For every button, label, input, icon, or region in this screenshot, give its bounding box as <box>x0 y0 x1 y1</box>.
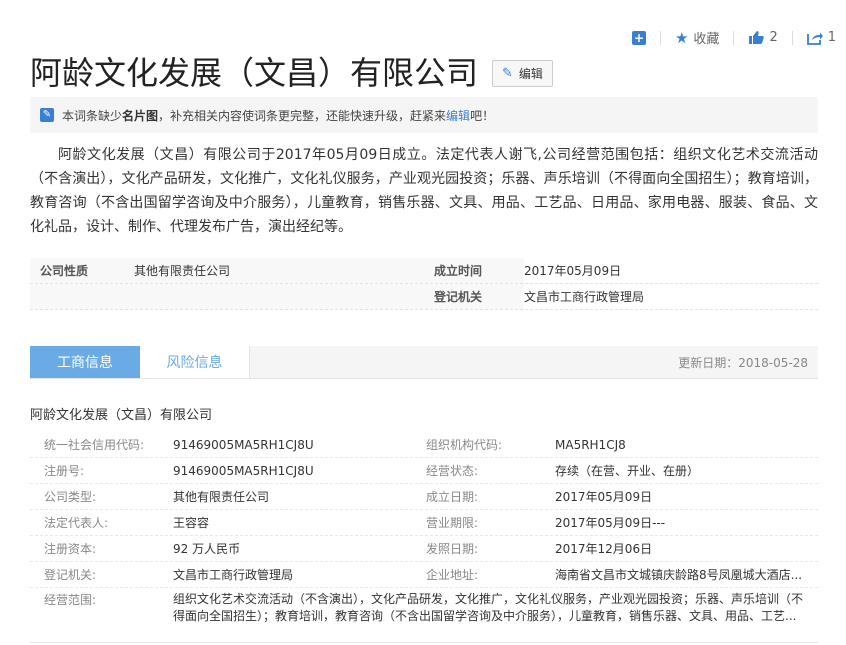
table-row: 登记机关: 文昌市工商行政管理局 企业地址: 海南省文昌市文城镇庆龄路8号凤凰城… <box>30 562 818 588</box>
plus-square-icon: + <box>631 30 646 45</box>
table-row: 法定代表人: 王容容 营业期限: 2017年05月09日--- <box>30 510 818 536</box>
table-row: 公司类型: 其他有限责任公司 成立日期: 2017年05月09日 <box>30 484 818 510</box>
notice-edit-link[interactable]: 编辑 <box>446 107 470 124</box>
credit-code-label: 统一社会信用代码: <box>44 438 145 452</box>
notice-middle: ，补充相关内容使词条更完整，还能快速升级，赶紧来 <box>158 108 447 123</box>
authority-label: 登记机关 <box>424 284 524 309</box>
summary-paragraph: 阿龄文化发展（文昌）有限公司于2017年05月09日成立。法定代表人谢飞,公司经… <box>30 147 818 235</box>
edit-label: 编辑 <box>518 66 543 81</box>
org-code-label: 组织机构代码: <box>426 438 503 452</box>
scope-label: 经营范围: <box>44 593 97 607</box>
like-count: 2 <box>769 30 778 45</box>
add-to-list-button[interactable]: + <box>631 30 646 45</box>
toolbar-divider <box>659 30 661 45</box>
founded-label: 成立时间 <box>424 258 524 283</box>
address-value: 海南省文昌市文城镇庆龄路8号凤凰城大酒店... <box>555 568 803 582</box>
table-row: 注册号: 91469005MA5RH1CJ8U 经营状态: 存续（在营、开业、在… <box>30 458 818 484</box>
table-row: 经营范围: 组织文化艺术交流活动（不含演出），文化产品研发，文化推广，文化礼仪服… <box>30 588 818 624</box>
pencil-square-icon: ✎ <box>40 108 54 122</box>
toolbar-divider <box>791 30 793 45</box>
update-date: 更新日期：2018-05-28 <box>250 346 818 378</box>
star-icon: ★ <box>674 28 689 47</box>
founded-date-label: 成立日期: <box>426 490 479 504</box>
notice-bold: 名片图 <box>122 108 159 123</box>
capital-label: 注册资本: <box>44 542 97 556</box>
pencil-icon: ✎ <box>502 65 513 81</box>
scope-value: 组织文化艺术交流活动（不含演出），文化产品研发，文化推广，文化礼仪服务，产业观光… <box>173 592 804 623</box>
notice-prefix: 本词条缺少 <box>62 108 123 123</box>
share-count: 1 <box>827 30 836 45</box>
divider <box>30 642 818 643</box>
credit-code-value: 91469005MA5RH1CJ8U <box>173 437 314 452</box>
table-row: 注册资本: 92 万人民币 发照日期: 2017年12月06日 <box>30 536 818 562</box>
missing-image-notice: ✎ 本词条缺少 名片图 ，补充相关内容使词条更完整，还能快速升级，赶紧来 编辑 吧！ <box>30 97 818 133</box>
legal-rep-value: 王容容 <box>173 516 210 530</box>
favorite-label: 收藏 <box>693 32 720 47</box>
edit-button[interactable]: ✎ 编辑 <box>492 59 553 87</box>
authority-value: 文昌市工商行政管理局 <box>173 568 294 582</box>
reg-no-label: 注册号: <box>44 464 85 478</box>
status-value: 存续（在营、开业、在册） <box>555 464 700 478</box>
authority-value: 文昌市工商行政管理局 <box>524 290 645 304</box>
address-label: 企业地址: <box>426 568 479 582</box>
basic-info-table: 公司性质 其他有限责任公司 成立时间 2017年05月09日 登记机关 文昌市工… <box>30 258 818 310</box>
legal-rep-label: 法定代表人: <box>44 516 109 530</box>
reg-no-value: 91469005MA5RH1CJ8U <box>173 463 314 478</box>
info-tabs: 工商信息 风险信息 更新日期：2018-05-28 <box>30 346 818 379</box>
company-type-value: 其他有限责任公司 <box>173 490 270 504</box>
founded-value: 2017年05月09日 <box>524 264 622 278</box>
tab-risk-info[interactable]: 风险信息 <box>140 346 250 378</box>
company-type-label: 公司类型: <box>44 490 97 504</box>
capital-value: 92 万人民币 <box>173 542 241 556</box>
notice-suffix: 吧！ <box>470 108 495 123</box>
like-button[interactable]: 2 <box>748 30 778 45</box>
issue-date-label: 发照日期: <box>426 542 479 556</box>
business-info-table: 统一社会信用代码: 91469005MA5RH1CJ8U 组织机构代码: MA5… <box>30 432 818 624</box>
entry-toolbar: + ★ 收藏 2 1 <box>631 28 836 48</box>
share-icon <box>806 32 823 45</box>
page-title: 阿龄文化发展（文昌）有限公司 <box>30 54 479 92</box>
term-value: 2017年05月09日--- <box>555 516 666 530</box>
table-row: 统一社会信用代码: 91469005MA5RH1CJ8U 组织机构代码: MA5… <box>30 432 818 458</box>
company-type-value: 其他有限责任公司 <box>134 264 231 278</box>
authority-label: 登记机关: <box>44 568 97 582</box>
tab-business-info[interactable]: 工商信息 <box>30 346 140 378</box>
term-label: 营业期限: <box>426 516 479 530</box>
company-name-heading: 阿龄文化发展（文昌）有限公司 <box>30 408 213 423</box>
company-type-label: 公司性质 <box>40 264 89 278</box>
favorite-button[interactable]: ★ 收藏 <box>674 28 720 48</box>
org-code-value: MA5RH1CJ8 <box>555 437 626 452</box>
status-label: 经营状态: <box>426 464 479 478</box>
issue-date-value: 2017年12月06日 <box>555 542 653 556</box>
share-button[interactable]: 1 <box>806 30 836 45</box>
toolbar-divider <box>733 30 735 45</box>
founded-date-value: 2017年05月09日 <box>555 490 653 504</box>
basic-info-row: 登记机关 文昌市工商行政管理局 <box>30 284 818 310</box>
title-row: 阿龄文化发展（文昌）有限公司 ✎ 编辑 <box>30 48 553 94</box>
basic-info-row: 公司性质 其他有限责任公司 成立时间 2017年05月09日 <box>30 258 818 284</box>
thumbs-up-icon <box>749 31 765 44</box>
